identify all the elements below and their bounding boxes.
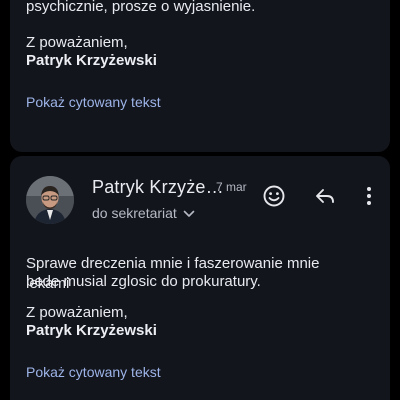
avatar-photo	[26, 176, 74, 224]
message-signoff: Z poważaniem,	[26, 304, 128, 321]
email-thread-view: psychicznie, prosze o wyjasnienie. Z pow…	[0, 0, 400, 400]
message-signature: Patryk Krzyżewski	[26, 322, 157, 339]
reply-icon	[316, 189, 334, 203]
previous-message-signature: Patryk Krzyżewski	[26, 52, 157, 69]
message-body-line-2: bede musial zglosic do prokuratury.	[26, 273, 261, 290]
recipient-toggle[interactable]: do sekretariat	[92, 204, 195, 222]
previous-message-body: psychicznie, prosze o wyjasnienie.	[26, 0, 256, 15]
recipient-label: do sekretariat	[92, 205, 177, 221]
chevron-down-icon	[183, 204, 195, 222]
previous-message-signoff: Z poważaniem,	[26, 34, 128, 51]
show-quoted-text-link[interactable]: Pokaż cytowany tekst	[26, 363, 161, 381]
add-reaction-button[interactable]	[260, 182, 288, 210]
reply-button[interactable]	[311, 182, 339, 210]
more-vert-icon	[367, 187, 371, 205]
previous-message-card	[10, 0, 390, 152]
more-options-button[interactable]	[355, 182, 383, 210]
smiley-icon	[263, 185, 285, 207]
sender-name[interactable]: Patryk Krzyże…	[92, 176, 224, 198]
message-date: 7 mar	[216, 180, 247, 194]
previous-show-quoted-text-link[interactable]: Pokaż cytowany tekst	[26, 93, 161, 111]
avatar[interactable]	[26, 176, 74, 224]
